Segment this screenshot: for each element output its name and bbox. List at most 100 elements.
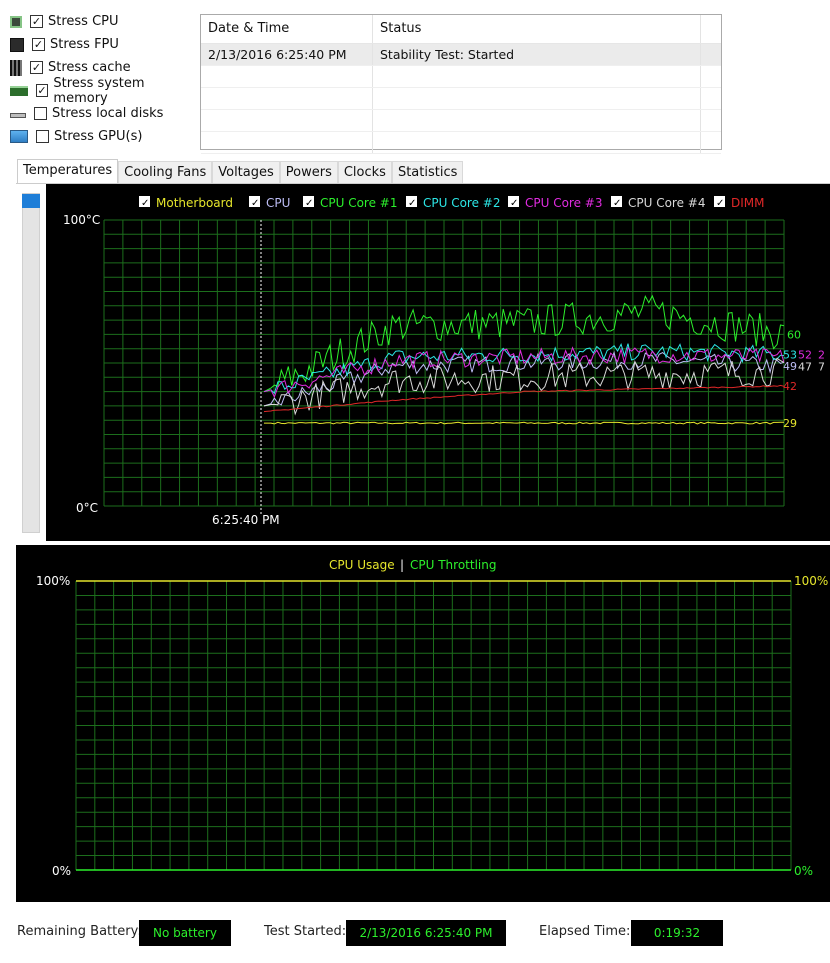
legend-label-cpu-core-3: CPU Core #3 bbox=[525, 196, 603, 210]
usage-grid bbox=[75, 580, 792, 871]
temperature-chart: ✓ Motherboard ✓ CPU ✓ CPU Core #1 ✓ CPU … bbox=[46, 184, 830, 541]
legend-label-cpu-core-2: CPU Core #2 bbox=[423, 196, 501, 210]
series-line-motherboard bbox=[264, 421, 785, 425]
svg-text:✓: ✓ bbox=[510, 198, 518, 209]
usage-left-min-label: 0% bbox=[52, 864, 71, 878]
legend-label-cpu-core-4: CPU Core #4 bbox=[628, 196, 706, 210]
memory-icon bbox=[10, 85, 28, 96]
stress-fpu-label: Stress FPU bbox=[50, 37, 119, 52]
cache-icon bbox=[10, 59, 22, 76]
cpu-usage-chart: CPU Usage | CPU Throttling 100% 0% 100% … bbox=[36, 558, 828, 878]
stress-disks-label: Stress local disks bbox=[52, 106, 164, 121]
usage-title-separator: | bbox=[400, 558, 404, 572]
log-header: Date & Time Status bbox=[201, 15, 721, 44]
svg-text:✓: ✓ bbox=[613, 198, 621, 209]
temperature-chart-svg: ✓ Motherboard ✓ CPU ✓ CPU Core #1 ✓ CPU … bbox=[63, 196, 825, 527]
table-row[interactable]: 2/13/2016 6:25:40 PM Stability Test: Sta… bbox=[201, 44, 721, 66]
stress-cpu-option[interactable]: ✓ Stress CPU bbox=[10, 10, 200, 33]
stress-cpu-label: Stress CPU bbox=[48, 14, 119, 29]
sensor-scroll-thumb[interactable] bbox=[22, 194, 40, 208]
cpu-throttling-title: CPU Throttling bbox=[410, 558, 496, 572]
series-end-value-label: 52 bbox=[798, 348, 812, 361]
legend-item-dimm[interactable]: ✓ DIMM bbox=[714, 196, 765, 210]
svg-text:✓: ✓ bbox=[408, 198, 416, 209]
tab-statistics[interactable]: Statistics bbox=[391, 161, 464, 183]
usage-left-max-label: 100% bbox=[36, 574, 70, 588]
stress-gpu-label: Stress GPU(s) bbox=[54, 129, 143, 144]
elapsed-time-label: Elapsed Time: bbox=[539, 924, 631, 939]
table-row-empty bbox=[201, 110, 721, 132]
temperatures-panel: ✓ Motherboard ✓ CPU ✓ CPU Core #1 ✓ CPU … bbox=[16, 183, 830, 544]
table-row-empty bbox=[201, 66, 721, 88]
stress-memory-option[interactable]: ✓ Stress system memory bbox=[10, 76, 200, 106]
stress-fpu-option[interactable]: ✓ Stress FPU bbox=[10, 33, 200, 56]
stress-fpu-checkbox[interactable]: ✓ bbox=[32, 38, 45, 51]
legend-label-dimm: DIMM bbox=[731, 196, 765, 210]
series-end-value-label: 47 bbox=[798, 361, 812, 374]
svg-text:✓: ✓ bbox=[305, 198, 313, 209]
elapsed-time-value: 0:19:32 bbox=[631, 920, 723, 946]
fpu-icon bbox=[10, 37, 24, 52]
disk-icon bbox=[10, 113, 26, 118]
stress-memory-checkbox[interactable]: ✓ bbox=[35, 84, 49, 97]
temp-axis-min-label: 0°C bbox=[76, 501, 98, 515]
stress-memory-label: Stress system memory bbox=[53, 75, 145, 106]
tab-temperatures[interactable]: Temperatures bbox=[17, 159, 119, 184]
tab-clocks[interactable]: Clocks bbox=[337, 161, 392, 183]
stress-disks-checkbox[interactable] bbox=[34, 107, 47, 120]
legend-label-motherboard: Motherboard bbox=[156, 196, 233, 210]
log-status-cell: Stability Test: Started bbox=[373, 44, 701, 65]
stress-cpu-checkbox[interactable]: ✓ bbox=[30, 15, 43, 28]
series-end-value-label: 60 bbox=[787, 328, 801, 341]
gpu-icon bbox=[10, 130, 28, 143]
legend-item-cpu-core-2[interactable]: ✓ CPU Core #2 bbox=[406, 196, 501, 210]
sensor-tabs: Temperatures Cooling Fans Voltages Power… bbox=[17, 159, 464, 184]
test-start-time-label: 6:25:40 PM bbox=[212, 513, 280, 527]
tab-powers[interactable]: Powers bbox=[279, 161, 338, 183]
test-started-value: 2/13/2016 6:25:40 PM bbox=[346, 920, 506, 946]
svg-text:✓: ✓ bbox=[251, 198, 259, 209]
remaining-battery-label: Remaining Battery: bbox=[17, 924, 142, 939]
tab-voltages[interactable]: Voltages bbox=[212, 161, 280, 183]
status-bar: Remaining Battery: No battery Test Start… bbox=[0, 918, 830, 950]
series-end-value-label: 29 bbox=[783, 417, 797, 430]
series-end-value-label: 7 bbox=[818, 361, 825, 374]
cpu-usage-title: CPU Usage bbox=[329, 558, 395, 572]
legend-item-cpu-core-3[interactable]: ✓ CPU Core #3 bbox=[508, 196, 603, 210]
test-started-label: Test Started: bbox=[264, 924, 347, 939]
status-log-table[interactable]: Date & Time Status 2/13/2016 6:25:40 PM … bbox=[200, 14, 722, 154]
series-end-value-label: 42 bbox=[783, 380, 797, 393]
temperature-legend: ✓ Motherboard ✓ CPU ✓ CPU Core #1 ✓ CPU … bbox=[139, 196, 765, 210]
cpu-usage-panel: CPU Usage | CPU Throttling 100% 0% 100% … bbox=[16, 545, 830, 902]
svg-text:✓: ✓ bbox=[716, 198, 724, 209]
legend-item-motherboard[interactable]: ✓ Motherboard bbox=[139, 196, 233, 210]
tab-cooling-fans[interactable]: Cooling Fans bbox=[118, 161, 213, 183]
legend-item-cpu-core-4[interactable]: ✓ CPU Core #4 bbox=[611, 196, 706, 210]
stress-cache-label: Stress cache bbox=[48, 60, 131, 75]
usage-right-max-label: 100% bbox=[794, 574, 828, 588]
legend-label-cpu-core-1: CPU Core #1 bbox=[320, 196, 398, 210]
table-row-empty bbox=[201, 88, 721, 110]
temperature-end-labels: 6053 52 249 47 74229 bbox=[783, 328, 825, 430]
temperature-series bbox=[263, 294, 785, 425]
stress-gpu-checkbox[interactable] bbox=[36, 130, 49, 143]
series-end-value-label: 2 bbox=[818, 348, 825, 361]
remaining-battery-value: No battery bbox=[139, 920, 231, 946]
log-datetime-cell: 2/13/2016 6:25:40 PM bbox=[201, 44, 373, 65]
sensor-scrollbar[interactable] bbox=[22, 193, 40, 533]
legend-item-cpu[interactable]: ✓ CPU bbox=[249, 196, 290, 210]
stress-cache-checkbox[interactable]: ✓ bbox=[30, 61, 43, 74]
column-header-datetime[interactable]: Date & Time bbox=[201, 15, 373, 43]
temp-axis-max-label: 100°C bbox=[63, 213, 100, 227]
cpu-icon bbox=[10, 15, 22, 28]
stress-options: ✓ Stress CPU ✓ Stress FPU ✓ Stress cache… bbox=[10, 10, 200, 148]
legend-label-cpu: CPU bbox=[266, 196, 290, 210]
column-header-status[interactable]: Status bbox=[373, 15, 701, 43]
usage-right-min-label: 0% bbox=[794, 864, 813, 878]
temperature-grid bbox=[103, 219, 785, 507]
table-row-empty bbox=[201, 132, 721, 154]
svg-text:✓: ✓ bbox=[141, 198, 149, 209]
legend-item-cpu-core-1[interactable]: ✓ CPU Core #1 bbox=[303, 196, 398, 210]
stress-gpu-option[interactable]: Stress GPU(s) bbox=[10, 125, 200, 148]
series-end-value-label: 49 bbox=[783, 360, 797, 373]
